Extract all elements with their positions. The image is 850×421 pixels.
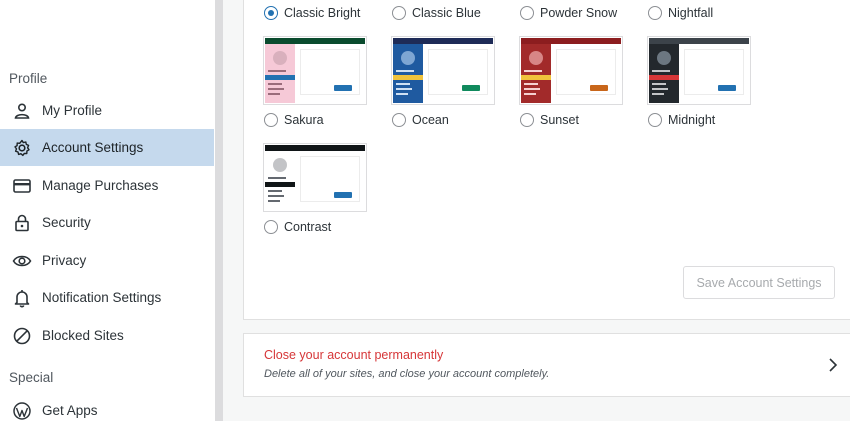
sidebar-item-label: Account Settings (42, 140, 144, 155)
thumbnail-button (718, 85, 736, 91)
lock-icon (11, 212, 33, 234)
thumbnail-line (268, 190, 282, 192)
thumbnail-line (268, 83, 282, 85)
thumbnail-avatar (401, 51, 415, 65)
bell-icon (11, 287, 33, 309)
thumbnail-line (268, 93, 280, 95)
radio-ocean[interactable] (392, 113, 406, 127)
sidebar-item-label: Blocked Sites (42, 328, 124, 343)
scheme-label-contrast: Contrast (284, 220, 332, 234)
thumbnail-line (268, 70, 286, 72)
thumbnail-line (396, 88, 412, 90)
thumbnail-line (268, 195, 284, 197)
section-heading-profile: Profile (9, 71, 48, 86)
sidebar: Profile My Profile Account Settings Mana… (0, 0, 215, 421)
gear-icon (11, 137, 33, 159)
thumbnail-line (652, 83, 666, 85)
thumbnail-line (396, 83, 410, 85)
thumbnail-line (524, 70, 542, 72)
save-account-settings-button[interactable]: Save Account Settings (683, 266, 835, 299)
thumbnail-highlight (393, 75, 423, 80)
close-account-description: Delete all of your sites, and close your… (264, 368, 550, 380)
thumbnail-line (524, 88, 540, 90)
thumbnail-line (652, 88, 668, 90)
sidebar-item-get-apps[interactable]: Get Apps (0, 392, 214, 421)
scheme-label-sunset: Sunset (540, 113, 579, 127)
wordpress-icon (11, 400, 33, 421)
thumbnail-highlight (649, 75, 679, 80)
thumbnail-button (590, 85, 608, 91)
thumbnail-button (334, 85, 352, 91)
sidebar-item-notification-settings[interactable]: Notification Settings (0, 279, 214, 316)
radio-sunset[interactable] (520, 113, 534, 127)
thumbnail-highlight (265, 75, 295, 80)
sidebar-item-blocked-sites[interactable]: Blocked Sites (0, 317, 214, 354)
credit-card-icon (11, 175, 33, 197)
scheme-label-powder-snow: Powder Snow (540, 6, 618, 20)
thumbnail-line (524, 83, 538, 85)
thumbnail-midnight[interactable] (647, 36, 751, 105)
sidebar-item-label: Get Apps (42, 403, 98, 418)
scheme-label-ocean: Ocean (412, 113, 449, 127)
scheme-label-midnight: Midnight (668, 113, 716, 127)
thumbnail-line (396, 93, 408, 95)
thumbnail-line (268, 177, 286, 179)
radio-nightfall[interactable] (648, 6, 662, 20)
chevron-right-icon (826, 357, 840, 373)
scheme-label-classic-blue: Classic Blue (412, 6, 481, 20)
thumbnail-line (268, 88, 284, 90)
scheme-label-nightfall: Nightfall (668, 6, 714, 20)
close-account-card[interactable] (243, 333, 850, 397)
close-account-title: Close your account permanently (264, 348, 444, 362)
sidebar-item-account-settings[interactable]: Account Settings (0, 129, 214, 166)
thumbnail-contrast[interactable] (263, 143, 367, 212)
thumbnail-sunset[interactable] (519, 36, 623, 105)
scheme-label-classic-bright: Classic Bright (284, 6, 361, 20)
thumbnail-avatar (273, 51, 287, 65)
radio-midnight[interactable] (648, 113, 662, 127)
sidebar-item-label: My Profile (42, 103, 103, 118)
sidebar-item-my-profile[interactable]: My Profile (0, 92, 214, 129)
thumbnail-button (462, 85, 480, 91)
thumbnail-sakura[interactable] (263, 36, 367, 105)
thumbnail-button (334, 192, 352, 198)
thumbnail-highlight (521, 75, 551, 80)
sidebar-item-manage-purchases[interactable]: Manage Purchases (0, 167, 214, 204)
thumbnail-line (396, 70, 414, 72)
thumbnail-highlight (265, 182, 295, 187)
sidebar-item-label: Notification Settings (42, 290, 162, 305)
section-heading-special: Special (9, 370, 54, 385)
thumbnail-line (652, 70, 670, 72)
radio-powder-snow[interactable] (520, 6, 534, 20)
sidebar-item-security[interactable]: Security (0, 204, 214, 241)
radio-sakura[interactable] (264, 113, 278, 127)
scheme-label-sakura: Sakura (284, 113, 324, 127)
thumbnail-avatar (657, 51, 671, 65)
sidebar-scrollbar[interactable] (215, 0, 223, 421)
radio-classic-bright[interactable] (264, 6, 278, 20)
sidebar-item-label: Manage Purchases (42, 178, 159, 193)
thumbnail-ocean[interactable] (391, 36, 495, 105)
eye-icon (11, 250, 33, 272)
person-icon (11, 100, 33, 122)
block-icon (11, 325, 33, 347)
sidebar-item-privacy[interactable]: Privacy (0, 242, 214, 279)
thumbnail-line (268, 200, 280, 202)
radio-contrast[interactable] (264, 220, 278, 234)
sidebar-item-label: Privacy (42, 253, 87, 268)
sidebar-item-label: Security (42, 215, 91, 230)
thumbnail-line (652, 93, 664, 95)
thumbnail-avatar (273, 158, 287, 172)
thumbnail-line (524, 93, 536, 95)
thumbnail-avatar (529, 51, 543, 65)
radio-classic-blue[interactable] (392, 6, 406, 20)
